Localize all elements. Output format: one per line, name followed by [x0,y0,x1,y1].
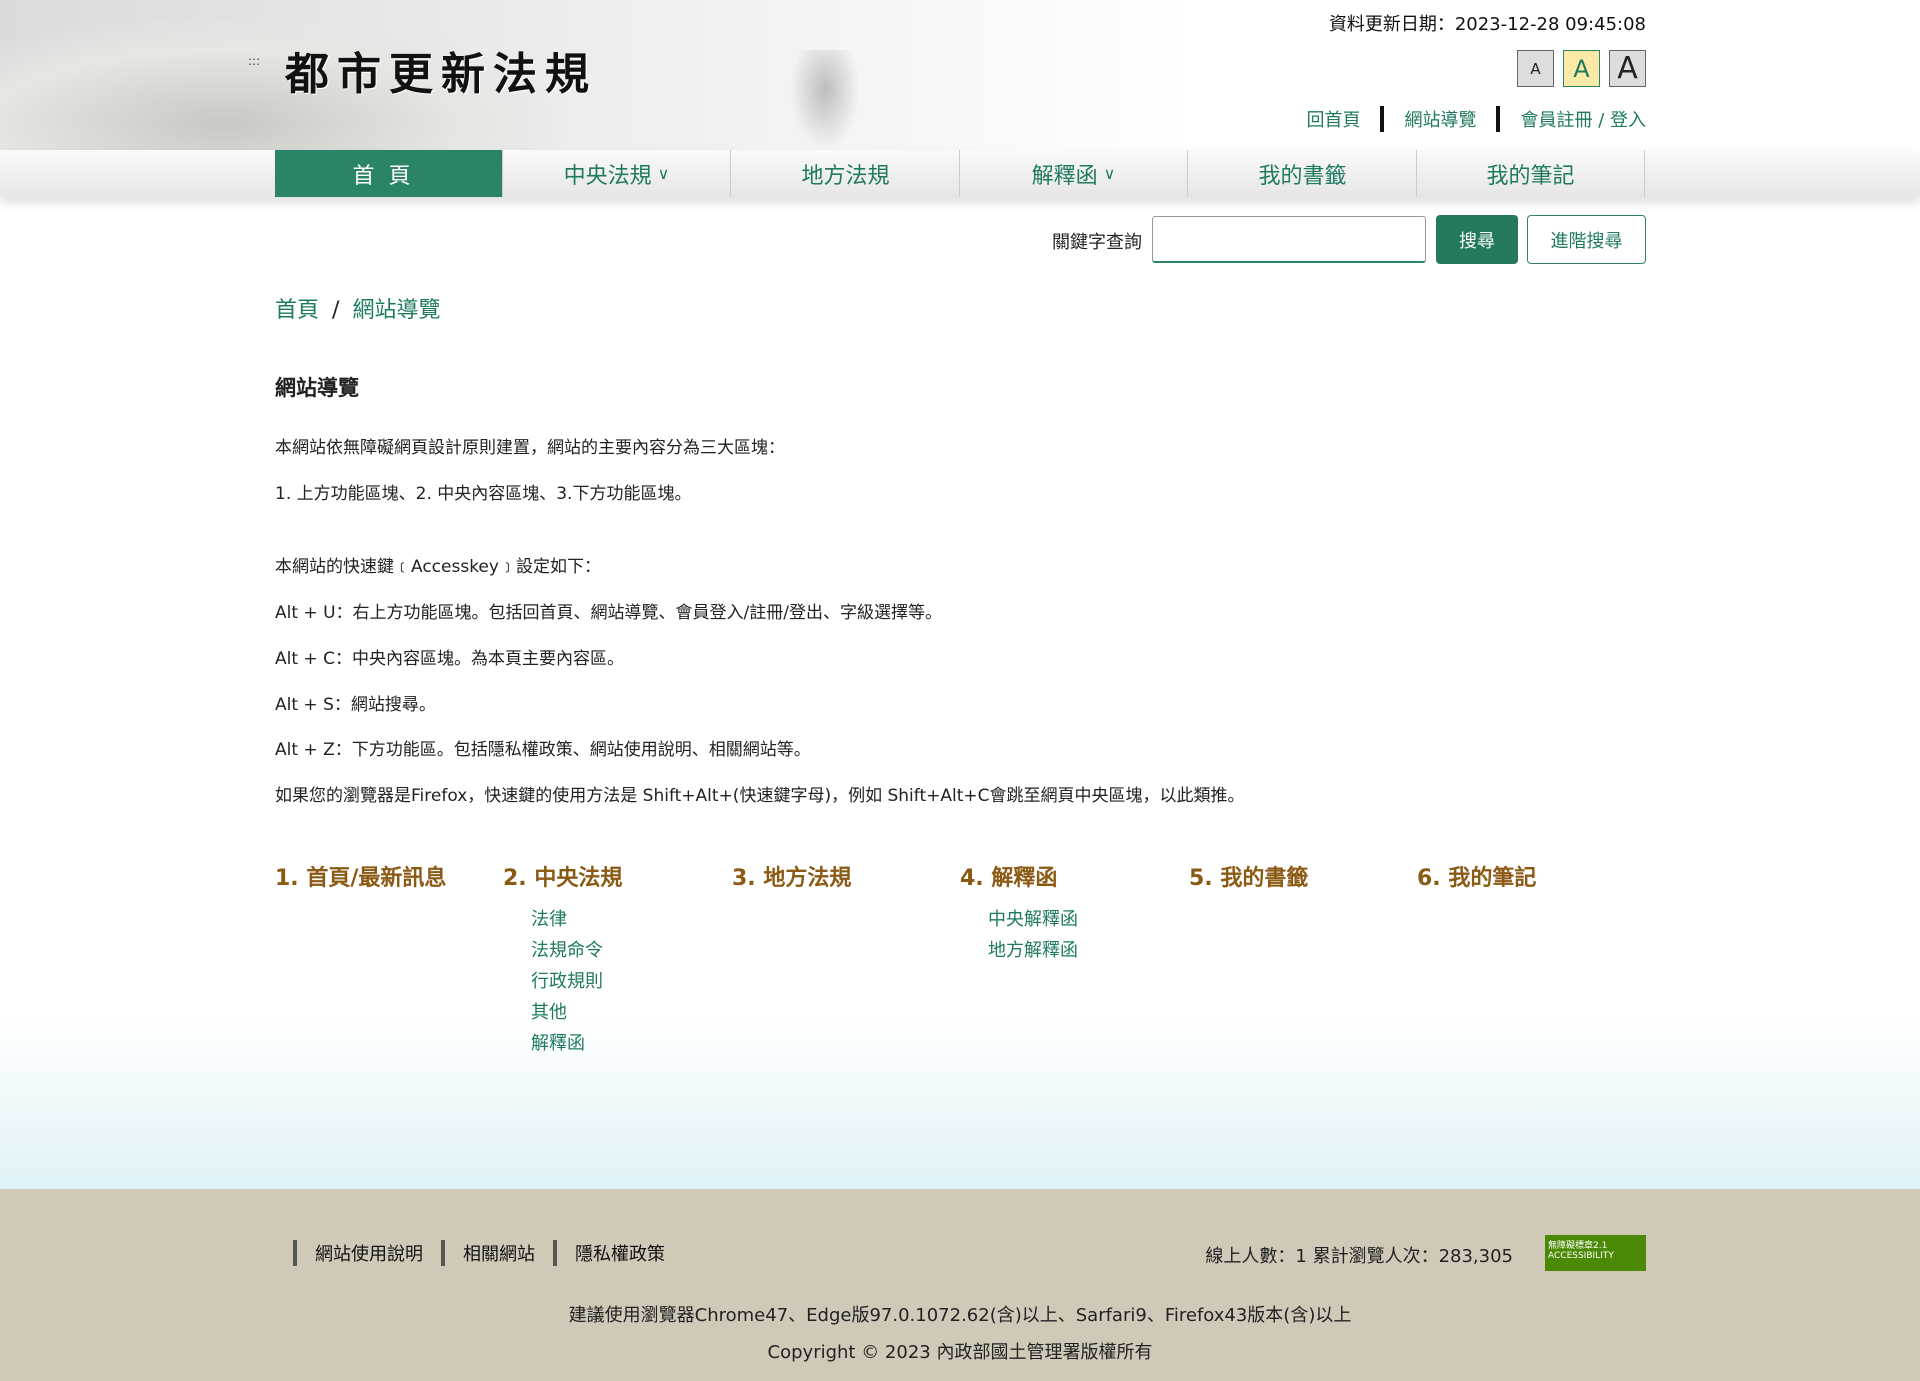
breadcrumb: 首頁 / 網站導覽 [275,292,440,324]
footer-links: 網站使用說明 相關網站 隱私權政策 [293,1240,683,1266]
sitemap-link[interactable]: 中央解釋函 [988,905,1078,931]
sitemap-heading[interactable]: 1. 首頁/最新訊息 [275,860,446,892]
sitemap-heading[interactable]: 3. 地方法規 [732,860,851,892]
usage-link[interactable]: 網站使用說明 [315,1240,423,1266]
nav-central-laws[interactable]: 中央法規 ∨ [503,150,731,197]
related-sites-link[interactable]: 相關網站 [463,1240,535,1266]
sitemap-link[interactable]: 行政規則 [531,967,603,993]
sitemap-link[interactable]: 地方解釋函 [988,936,1078,962]
top-links: 回首頁 網站導覽 會員註冊 / 登入 [1306,106,1646,132]
nav-label: 中央法規 [563,163,652,189]
visitor-stats: 線上人數：1 累計瀏覽人次：283,305 [1205,1246,1513,1267]
paragraph: 1. 上方功能區塊、2. 中央內容區塊、3.下方功能區塊。 [275,484,692,504]
divider [1380,106,1385,132]
footer: 網站使用說明 相關網站 隱私權政策 線上人數：1 累計瀏覽人次：283,305 … [0,1189,1920,1381]
nav-label: 我的書籤 [1258,163,1347,189]
nav-label: 我的筆記 [1486,163,1575,189]
font-size-medium[interactable]: A [1563,50,1600,87]
page-title: 網站導覽 [275,376,359,400]
divider [441,1240,445,1266]
sitemap-heading[interactable]: 5. 我的書籤 [1189,860,1308,892]
nav-local-laws[interactable]: 地方法規 [732,150,960,197]
site-logo[interactable]: 都市更新法規 [285,38,597,102]
nav-label: 首頁 [352,163,425,189]
browser-note: 建議使用瀏覽器Chrome47、Edge版97.0.1072.62(含)以上、S… [568,1305,1352,1326]
nav-label: 解釋函 [1031,163,1098,189]
header: ::: 都市更新法規 資料更新日期：2023-12-28 09:45:08 A … [0,0,1920,150]
sitemap-link[interactable]: 網站導覽 [1404,106,1476,132]
search-button[interactable]: 搜尋 [1436,215,1518,264]
font-size-small[interactable]: A [1517,50,1554,87]
search-label: 關鍵字查詢 [1052,232,1142,253]
font-size-large[interactable]: A [1609,50,1646,87]
paragraph: Alt + S：網站搜尋。 [275,695,436,715]
sitemap-heading[interactable]: 2. 中央法規 [503,860,622,892]
sitemap-heading[interactable]: 6. 我的筆記 [1417,860,1536,892]
paragraph: Alt + U：右上方功能區塊。包括回首頁、網站導覽、會員登入/註冊/登出、字級… [275,603,942,623]
paragraph: 本網站依無障礙網頁設計原則建置，網站的主要內容分為三大區塊： [275,438,785,458]
nav-label: 地方法規 [801,163,890,189]
main-nav: 首頁 中央法規 ∨ 地方法規 解釋函 ∨ 我的書籤 我的筆記 [0,150,1920,197]
privacy-link[interactable]: 隱私權政策 [575,1240,665,1266]
accessibility-badge[interactable]: 無障礙標章2.1 ACCESSIBILITY [1545,1235,1646,1271]
search-input[interactable] [1152,216,1426,263]
paragraph: Alt + C：中央內容區塊。為本頁主要內容區。 [275,649,624,669]
chevron-down-icon: ∨ [1103,164,1116,183]
breadcrumb-home[interactable]: 首頁 [275,298,319,323]
sitemap-link[interactable]: 法律 [531,905,567,931]
paragraph: Alt + Z：下方功能區。包括隱私權政策、網站使用說明、相關網站等。 [275,740,811,760]
nav-interpretations[interactable]: 解釋函 ∨ [960,150,1188,197]
nav-notes[interactable]: 我的筆記 [1417,150,1645,197]
copyright: Copyright © 2023 內政部國土管理署版權所有 [767,1342,1153,1363]
city-skyline-background [0,760,1920,1190]
accesskey-u[interactable]: ::: [248,54,260,68]
sitemap-link[interactable]: 其他 [531,998,567,1024]
nav-home[interactable]: 首頁 [275,150,503,197]
sitemap-link[interactable]: 解釋函 [531,1029,585,1055]
breadcrumb-current[interactable]: 網站導覽 [352,298,440,323]
chevron-down-icon: ∨ [657,164,670,183]
gavel-image [790,50,860,150]
divider [1496,106,1501,132]
paragraph: 如果您的瀏覽器是Firefox，快速鍵的使用方法是 Shift+Alt+(快速鍵… [275,786,1245,806]
sitemap-link[interactable]: 法規命令 [531,936,603,962]
advanced-search-button[interactable]: 進階搜尋 [1527,215,1646,264]
login-link[interactable]: 會員註冊 / 登入 [1520,106,1646,132]
divider [293,1240,297,1266]
update-date: 資料更新日期：2023-12-28 09:45:08 [1328,14,1646,35]
divider [553,1240,557,1266]
home-link[interactable]: 回首頁 [1306,106,1360,132]
sitemap-heading[interactable]: 4. 解釋函 [960,860,1057,892]
paragraph: 本網站的快速鍵﹝Accesskey﹞設定如下： [275,557,601,577]
nav-bookmarks[interactable]: 我的書籤 [1189,150,1417,197]
breadcrumb-sep: / [332,298,340,323]
